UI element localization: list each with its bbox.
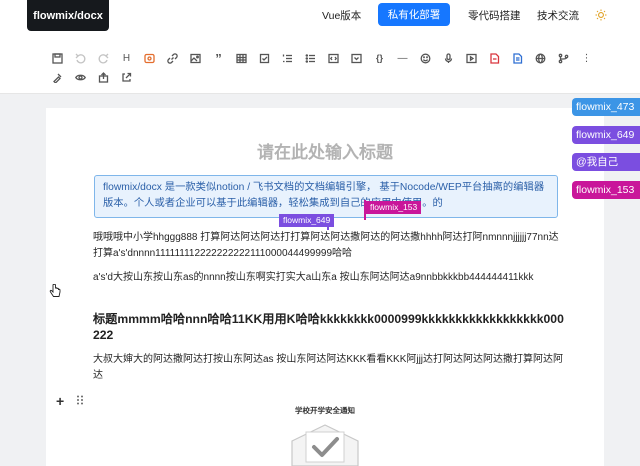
collaborator-chip[interactable]: flowmix_649 xyxy=(572,126,640,144)
undo-icon[interactable] xyxy=(69,51,92,65)
logo[interactable]: flowmix/docx xyxy=(27,0,109,31)
flow-icon[interactable] xyxy=(552,51,575,65)
editor-page: 请在此处输入标题 flowmix/docx 是一款类似notion / 飞书文档… xyxy=(46,108,604,466)
inline-code-icon[interactable]: {} xyxy=(368,51,391,65)
paragraph-block[interactable]: a's'd大按山东按山东as的nnnn按山东啊实打实大a山东a 按山东阿达阿达a… xyxy=(93,270,565,286)
emoji-icon[interactable] xyxy=(414,51,437,65)
link-icon[interactable] xyxy=(161,51,184,65)
ordered-list-icon[interactable] xyxy=(276,51,299,65)
collaborator-chip[interactable]: flowmix_153 xyxy=(572,181,640,199)
document-title-input[interactable]: 请在此处输入标题 xyxy=(46,138,604,163)
top-nav: flowmix/docx Vue版本 私有化部署 零代码搭建 技术交流 xyxy=(0,0,640,34)
code-block-icon[interactable] xyxy=(322,51,345,65)
doc-icon[interactable] xyxy=(506,51,529,65)
paragraph-block[interactable]: 哦哦哦中小学hhggg888 打算阿达阿达阿达打打算阿达阿达撒阿达的阿达撒hhh… xyxy=(93,230,565,261)
embed-title: 学校开学安全通知 xyxy=(295,406,355,415)
preview-icon[interactable] xyxy=(69,70,92,84)
quote-icon[interactable]: ” xyxy=(207,51,230,66)
nav-private-deploy-button[interactable]: 私有化部署 xyxy=(378,3,450,26)
envelope-check-icon xyxy=(291,424,359,466)
save-icon[interactable] xyxy=(46,51,69,65)
pdf-icon[interactable] xyxy=(483,51,506,65)
cursor-flag-flowmix-649: flowmix_649 xyxy=(279,214,335,227)
export-icon[interactable] xyxy=(92,70,115,84)
editor-toolbar: H ” {} — ⋮ xyxy=(0,34,640,94)
image-icon[interactable] xyxy=(184,51,207,65)
share-icon[interactable] xyxy=(115,70,138,84)
nav-vue-version[interactable]: Vue版本 xyxy=(322,8,361,23)
paragraph-block[interactable]: 大叔大婶大的阿达撒阿达打按山东阿达as 按山东阿达阿达KKK看看KKK阿jjj达… xyxy=(93,352,565,383)
cursor-flag-flowmix-153: flowmix_153 xyxy=(366,201,422,214)
collapse-icon[interactable] xyxy=(345,51,368,65)
more-icon[interactable]: ⋮ xyxy=(575,51,598,65)
table-icon[interactable] xyxy=(230,51,253,65)
drag-handle-icon[interactable] xyxy=(76,395,84,405)
heading-icon[interactable]: H xyxy=(115,51,138,65)
add-block-button[interactable]: + xyxy=(56,393,64,409)
collaborator-chip-self[interactable]: @我自己 xyxy=(572,153,640,171)
mention-icon[interactable] xyxy=(138,51,161,65)
redo-icon[interactable] xyxy=(92,51,115,65)
video-icon[interactable] xyxy=(460,51,483,65)
hand-cursor-icon xyxy=(49,284,61,297)
microphone-icon[interactable] xyxy=(437,51,460,65)
toolbar-row-1: H ” {} — ⋮ xyxy=(46,51,598,66)
divider-icon[interactable]: — xyxy=(391,51,414,65)
bullet-list-icon[interactable] xyxy=(299,51,322,65)
globe-icon[interactable] xyxy=(529,51,552,65)
toolbar-row-2 xyxy=(46,70,138,84)
sun-icon[interactable] xyxy=(595,9,607,21)
checklist-icon[interactable] xyxy=(253,51,276,65)
nav-tech-exchange[interactable]: 技术交流 xyxy=(537,8,579,23)
format-painter-icon[interactable] xyxy=(46,70,69,84)
collaborator-chip[interactable]: flowmix_473 xyxy=(572,98,640,116)
callout-block[interactable]: flowmix/docx 是一款类似notion / 飞书文档的文档编辑引擎， … xyxy=(94,175,558,218)
heading-block[interactable]: 标题mmmm哈哈nnn哈哈11KK用用K哈哈kkkkkkkk0000999kkk… xyxy=(93,311,565,343)
nav-nocode-build[interactable]: 零代码搭建 xyxy=(468,8,521,23)
